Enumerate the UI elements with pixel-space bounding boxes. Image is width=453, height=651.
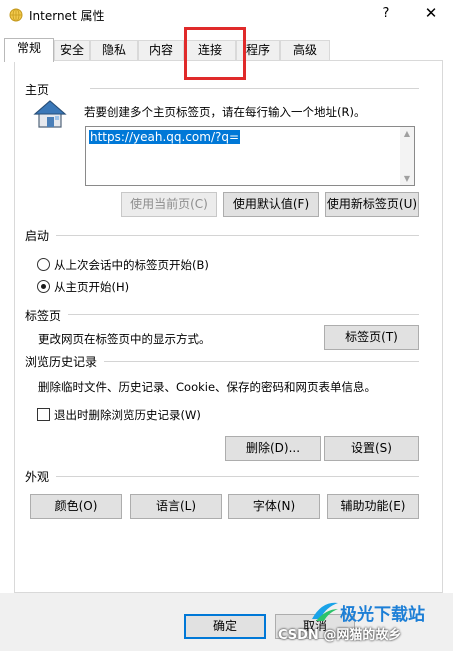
use-default-button[interactable]: 使用默认值(F)	[223, 192, 319, 217]
close-button[interactable]: ✕	[421, 4, 441, 22]
textarea-scrollbar[interactable]: ▲ ▼	[400, 127, 414, 185]
tabs-description: 更改网页在标签页中的显示方式。	[38, 332, 211, 346]
history-description: 删除临时文件、历史记录、Cookie、保存的密码和网页表单信息。	[38, 380, 377, 394]
tabs-group-label: 标签页	[25, 309, 62, 323]
internet-globe-icon	[9, 8, 23, 22]
delete-on-exit-label[interactable]: 退出时删除浏览历史记录(W)	[54, 407, 201, 423]
homepage-instruction: 若要创建多个主页标签页，请在每行输入一个地址(R)。	[84, 105, 366, 119]
brand-watermark: 极光下载站	[340, 605, 425, 625]
tab-security[interactable]: 安全	[54, 40, 90, 61]
tab-strip: 常规 安全 隐私 内容 连接 程序 高级	[4, 38, 444, 62]
scroll-down-icon[interactable]: ▼	[400, 174, 414, 183]
divider	[68, 314, 419, 315]
use-new-tab-button[interactable]: 使用新标签页(U)	[325, 192, 419, 217]
homepage-url-textarea[interactable]: https://yeah.qq.com/?q= ▲ ▼	[85, 126, 415, 186]
help-button[interactable]: ?	[378, 6, 394, 21]
use-current-button[interactable]: 使用当前页(C)	[121, 192, 217, 217]
homepage-group-label: 主页	[25, 83, 50, 97]
tab-advanced[interactable]: 高级	[280, 40, 330, 61]
house-icon	[33, 99, 67, 129]
title-bar: Internet 属性 ? ✕	[0, 0, 453, 31]
homepage-url-value[interactable]: https://yeah.qq.com/?q=	[89, 130, 241, 144]
window-title: Internet 属性	[29, 9, 105, 23]
scroll-up-icon[interactable]: ▲	[400, 129, 414, 138]
startup-group-label: 启动	[25, 229, 50, 243]
fonts-button[interactable]: 字体(N)	[228, 494, 320, 519]
tab-general[interactable]: 常规	[4, 38, 54, 62]
brand-logo-icon	[310, 599, 340, 623]
tab-programs[interactable]: 程序	[236, 40, 280, 61]
radio-last-session-label[interactable]: 从上次会话中的标签页开始(B)	[54, 257, 209, 273]
radio-homepage-label[interactable]: 从主页开始(H)	[54, 279, 129, 295]
history-group-label: 浏览历史记录	[25, 355, 98, 369]
credit-watermark: CSDN @网猫的故乡	[278, 628, 402, 643]
colors-button[interactable]: 颜色(O)	[30, 494, 122, 519]
divider	[104, 361, 419, 362]
delete-history-button[interactable]: 删除(D)...	[225, 436, 321, 461]
tab-privacy[interactable]: 隐私	[90, 40, 138, 61]
tabs-settings-button[interactable]: 标签页(T)	[324, 325, 419, 350]
divider	[56, 476, 419, 477]
radio-homepage[interactable]	[37, 280, 50, 293]
languages-button[interactable]: 语言(L)	[130, 494, 222, 519]
divider	[56, 235, 419, 236]
radio-last-session[interactable]	[37, 258, 50, 271]
divider	[90, 88, 419, 89]
appearance-group-label: 外观	[25, 470, 50, 484]
ok-button[interactable]: 确定	[184, 614, 266, 639]
delete-on-exit-checkbox[interactable]	[37, 408, 50, 421]
accessibility-button[interactable]: 辅助功能(E)	[327, 494, 419, 519]
tab-connections[interactable]: 连接	[184, 40, 236, 61]
tab-content[interactable]: 内容	[138, 40, 184, 61]
history-settings-button[interactable]: 设置(S)	[324, 436, 419, 461]
